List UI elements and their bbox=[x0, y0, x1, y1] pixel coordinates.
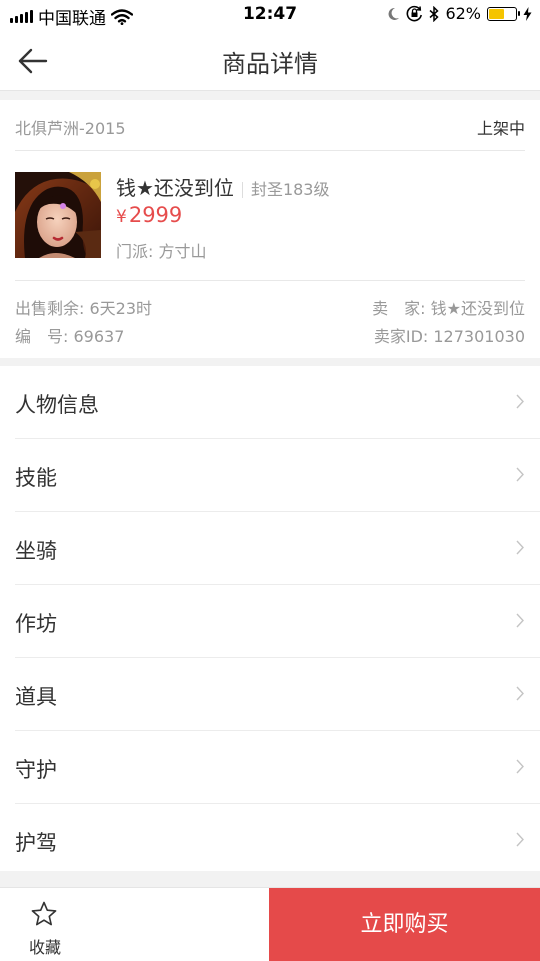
favorite-label: 收藏 bbox=[28, 938, 61, 957]
detail-menu: 人物信息 技能 坐骑 作坊 道具 守护 护驾 bbox=[0, 366, 540, 871]
chevron-right-icon bbox=[516, 467, 524, 482]
chevron-right-icon bbox=[516, 686, 524, 701]
charging-icon bbox=[523, 6, 532, 21]
menu-item-label: 坐骑 bbox=[15, 539, 57, 563]
card-header: 北俱芦洲-2015 上架中 bbox=[15, 100, 525, 151]
role-name: 钱★还没到位 bbox=[116, 176, 234, 200]
menu-item-label: 道具 bbox=[15, 685, 57, 709]
star-icon bbox=[31, 901, 57, 926]
status-bar: 中国联通 12:47 62% bbox=[0, 0, 540, 30]
seller-id: 卖家ID: 127301030 bbox=[373, 327, 525, 346]
battery-percent: 62% bbox=[445, 4, 481, 23]
bottom-bar: 收藏 立即购买 bbox=[0, 887, 540, 961]
menu-item-role-info[interactable]: 人物信息 bbox=[0, 366, 540, 439]
status-badge: 上架中 bbox=[476, 119, 525, 138]
moon-icon bbox=[388, 7, 400, 20]
role-level: 封圣183级 bbox=[250, 180, 330, 199]
rotation-lock-icon bbox=[407, 5, 423, 22]
chevron-right-icon bbox=[516, 613, 524, 628]
product-card: 北俱芦洲-2015 上架中 钱★还没到位 封圣183级 ¥2999 门派: 方寸… bbox=[0, 100, 540, 358]
menu-item-skills[interactable]: 技能 bbox=[0, 439, 540, 512]
menu-item-label: 作坊 bbox=[15, 612, 57, 636]
chevron-right-icon bbox=[516, 759, 524, 774]
role-title: 钱★还没到位 封圣183级 bbox=[116, 172, 329, 201]
price: ¥2999 bbox=[116, 203, 182, 227]
menu-item-label: 守护 bbox=[15, 758, 57, 782]
menu-item-workshop[interactable]: 作坊 bbox=[0, 585, 540, 658]
buy-now-button[interactable]: 立即购买 bbox=[269, 888, 540, 961]
sect-label: 门派: 方寸山 bbox=[116, 242, 207, 261]
favorite-button[interactable]: 收藏 bbox=[0, 888, 268, 961]
bluetooth-icon bbox=[429, 5, 440, 22]
currency-symbol: ¥ bbox=[116, 207, 127, 227]
chevron-right-icon bbox=[516, 540, 524, 555]
avatar bbox=[15, 172, 101, 258]
chevron-right-icon bbox=[516, 394, 524, 409]
menu-item-mounts[interactable]: 坐骑 bbox=[0, 512, 540, 585]
price-value: 2999 bbox=[128, 203, 183, 227]
menu-item-label: 护驾 bbox=[15, 831, 57, 855]
divider bbox=[15, 280, 525, 281]
nav-bar: 商品详情 bbox=[0, 30, 540, 91]
menu-item-guardian[interactable]: 守护 bbox=[0, 731, 540, 804]
seller-name: 卖 家: 钱★还没到位 bbox=[372, 299, 525, 318]
back-arrow-icon[interactable] bbox=[16, 44, 50, 78]
menu-item-label: 技能 bbox=[15, 466, 57, 490]
page-title: 商品详情 bbox=[222, 50, 318, 78]
battery-icon bbox=[487, 6, 520, 21]
chevron-right-icon bbox=[516, 832, 524, 847]
sale-remaining: 出售剩余: 6天23时 bbox=[15, 299, 153, 318]
menu-item-items[interactable]: 道具 bbox=[0, 658, 540, 731]
menu-item-escort[interactable]: 护驾 bbox=[0, 804, 540, 877]
title-divider bbox=[241, 181, 243, 198]
item-number: 编 号: 69637 bbox=[15, 327, 125, 346]
server-name: 北俱芦洲-2015 bbox=[15, 119, 126, 138]
menu-item-label: 人物信息 bbox=[15, 393, 99, 417]
